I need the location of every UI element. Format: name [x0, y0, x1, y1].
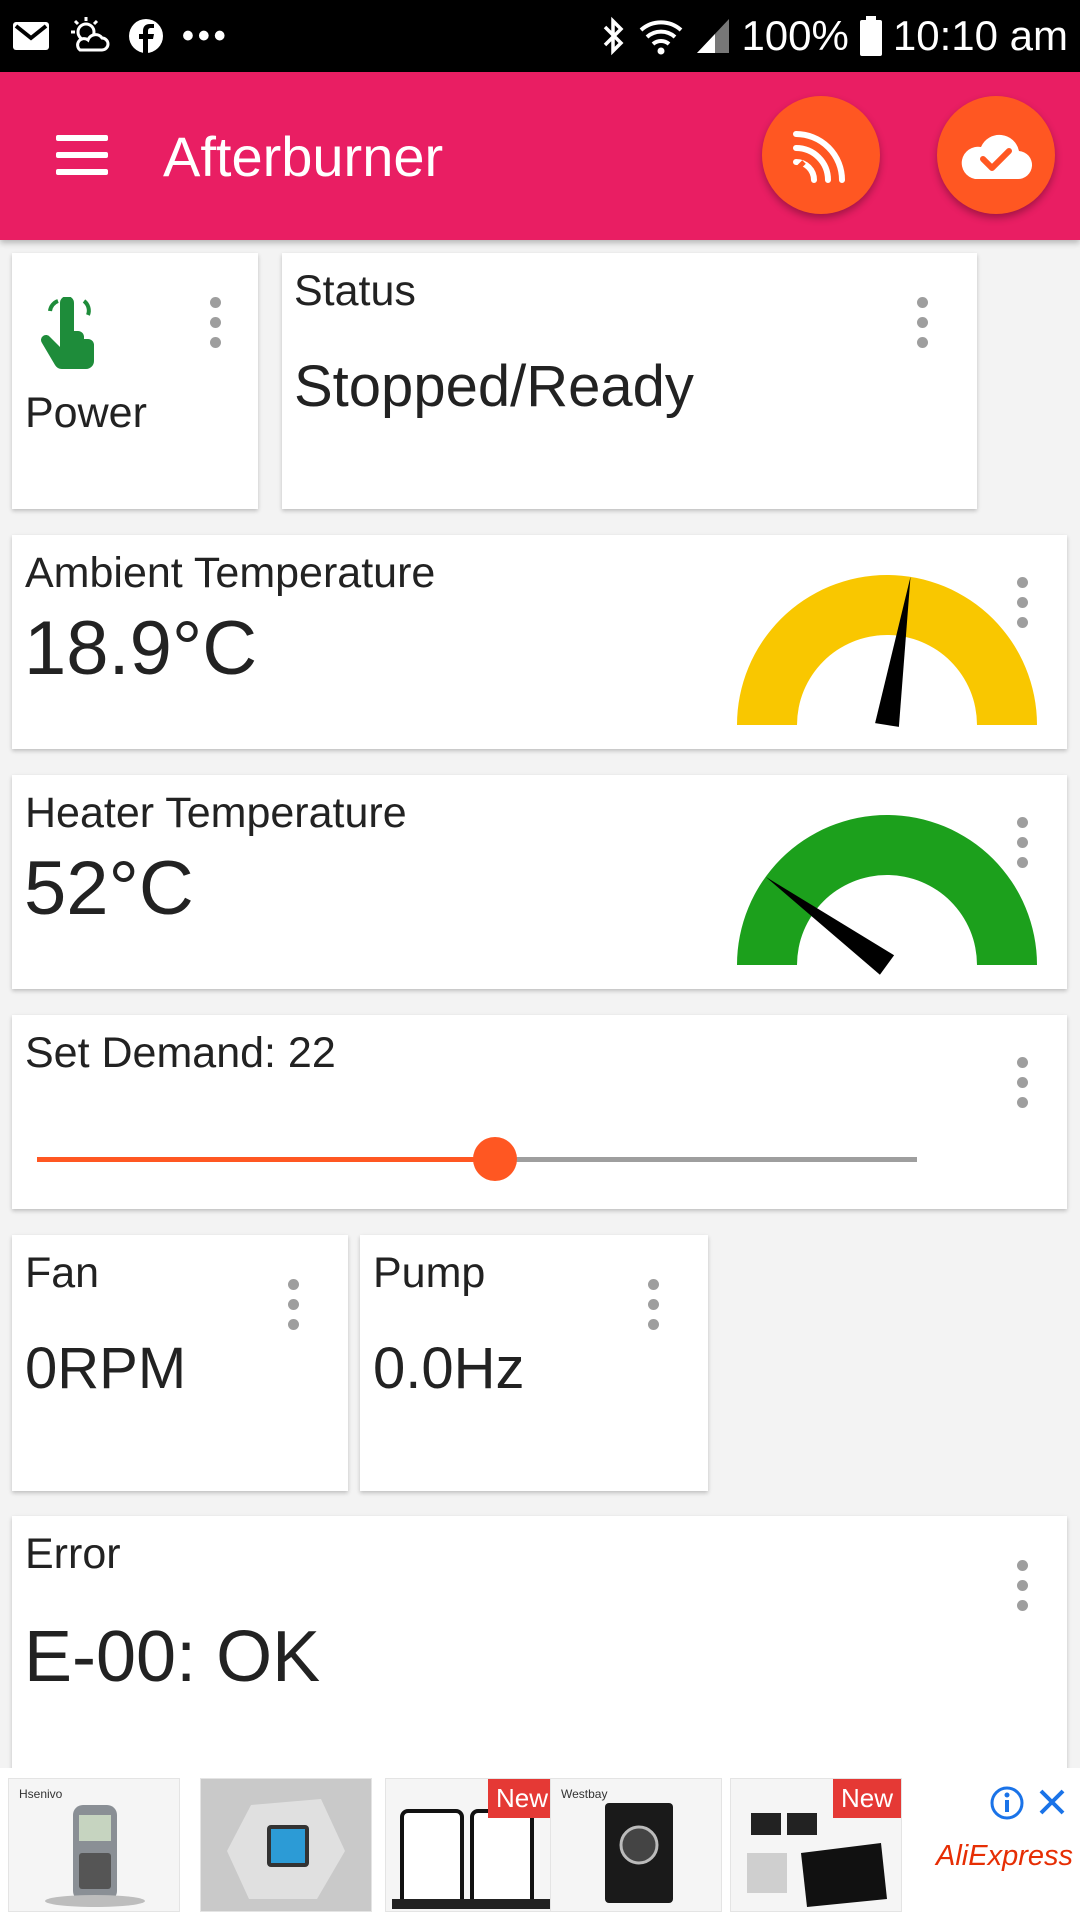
- connection-button[interactable]: [762, 96, 880, 214]
- error-value: E-00: OK: [24, 1617, 321, 1697]
- heater-temperature-menu[interactable]: [1007, 813, 1037, 873]
- pump-card: Pump 0.0Hz: [360, 1235, 708, 1491]
- status-card-menu[interactable]: [907, 293, 937, 353]
- slider-thumb[interactable]: [472, 1137, 517, 1181]
- ad-item[interactable]: New: [385, 1778, 557, 1912]
- power-label: Power: [25, 389, 147, 437]
- fan-title: Fan: [25, 1249, 100, 1297]
- ad-banner: Hsenivo New Westbay New AliExpress: [0, 1768, 1080, 1920]
- fan-card-menu[interactable]: [278, 1275, 308, 1335]
- heater-temperature-value: 52°C: [24, 846, 194, 931]
- ad-brand: Westbay: [561, 1787, 608, 1801]
- ad-item[interactable]: [200, 1778, 372, 1912]
- menu-button[interactable]: [52, 132, 112, 178]
- power-card[interactable]: Power: [12, 253, 258, 509]
- wifi-signal-icon: [793, 131, 845, 183]
- ambient-temperature-menu[interactable]: [1007, 573, 1037, 633]
- touch-hand-icon: [41, 297, 94, 369]
- status-value: Stopped/Ready: [294, 354, 694, 419]
- ad-item[interactable]: Westbay: [550, 1778, 722, 1912]
- gmail-icon: [13, 22, 49, 50]
- set-demand-menu[interactable]: [1007, 1053, 1037, 1113]
- ambient-temperature-card: Ambient Temperature 18.9°C: [12, 535, 1067, 749]
- bluetooth-icon: [604, 16, 624, 56]
- hamburger-icon-bar: [56, 152, 108, 158]
- error-card-menu[interactable]: [1007, 1556, 1037, 1616]
- system-icons: 100% 10:10 am: [601, 10, 1068, 62]
- status-bar: ••• 100% 10:10 am: [0, 0, 1080, 72]
- slider-track: [494, 1157, 917, 1162]
- status-title: Status: [294, 267, 416, 315]
- new-badge: New: [487, 1779, 556, 1818]
- pump-value: 0.0Hz: [373, 1336, 525, 1401]
- notification-icons: •••: [12, 14, 230, 58]
- close-icon[interactable]: [1036, 1786, 1068, 1818]
- fan-card: Fan 0RPM: [12, 1235, 348, 1491]
- power-supply-image: [747, 1813, 887, 1907]
- ad-item[interactable]: New: [730, 1778, 902, 1912]
- info-icon[interactable]: [990, 1786, 1024, 1820]
- demand-slider[interactable]: [37, 1135, 917, 1185]
- ad-item[interactable]: Hsenivo: [8, 1778, 180, 1912]
- ad-brand: Hsenivo: [19, 1787, 63, 1801]
- battery-icon: [859, 16, 882, 56]
- ambient-temperature-value: 18.9°C: [24, 606, 258, 691]
- heater-temperature-title: Heater Temperature: [25, 789, 407, 837]
- app-bar: Afterburner: [0, 72, 1080, 240]
- set-demand-title: Set Demand: 22: [25, 1029, 336, 1077]
- smart-panel-image: [227, 1799, 345, 1899]
- heater-temperature-gauge: [737, 815, 1037, 975]
- new-badge: New: [832, 1779, 901, 1818]
- phone-image: [45, 1805, 145, 1907]
- hamburger-icon-bar: [56, 169, 108, 175]
- wifi-icon: [640, 20, 683, 55]
- ambient-temperature-gauge: [737, 575, 1037, 727]
- dimmer-switch-image: [605, 1803, 673, 1903]
- error-card: Error E-00: OK: [12, 1516, 1067, 1776]
- heater-temperature-card: Heater Temperature 52°C: [12, 775, 1067, 989]
- cloud-check-icon: [961, 134, 1033, 180]
- pump-title: Pump: [373, 1249, 486, 1297]
- slider-track-active: [37, 1157, 495, 1162]
- cloud-sync-button[interactable]: [937, 96, 1055, 214]
- facebook-icon: [129, 19, 163, 53]
- pump-card-menu[interactable]: [638, 1275, 668, 1335]
- fan-value: 0RPM: [25, 1336, 187, 1401]
- error-title: Error: [25, 1530, 121, 1578]
- weather-icon: [71, 17, 110, 52]
- battery-percent: 100%: [741, 12, 849, 59]
- app-title: Afterburner: [163, 125, 444, 188]
- hamburger-icon-bar: [56, 135, 108, 141]
- power-card-menu[interactable]: [200, 293, 230, 353]
- signal-icon: [697, 19, 730, 53]
- set-demand-card: Set Demand: 22: [12, 1015, 1067, 1209]
- more-notifications-indicator: •••: [182, 16, 230, 55]
- clock: 10:10 am: [892, 12, 1068, 59]
- status-card: Status Stopped/Ready: [282, 253, 977, 509]
- ambient-temperature-title: Ambient Temperature: [25, 549, 436, 597]
- advertiser-logo: AliExpress: [936, 1840, 1073, 1872]
